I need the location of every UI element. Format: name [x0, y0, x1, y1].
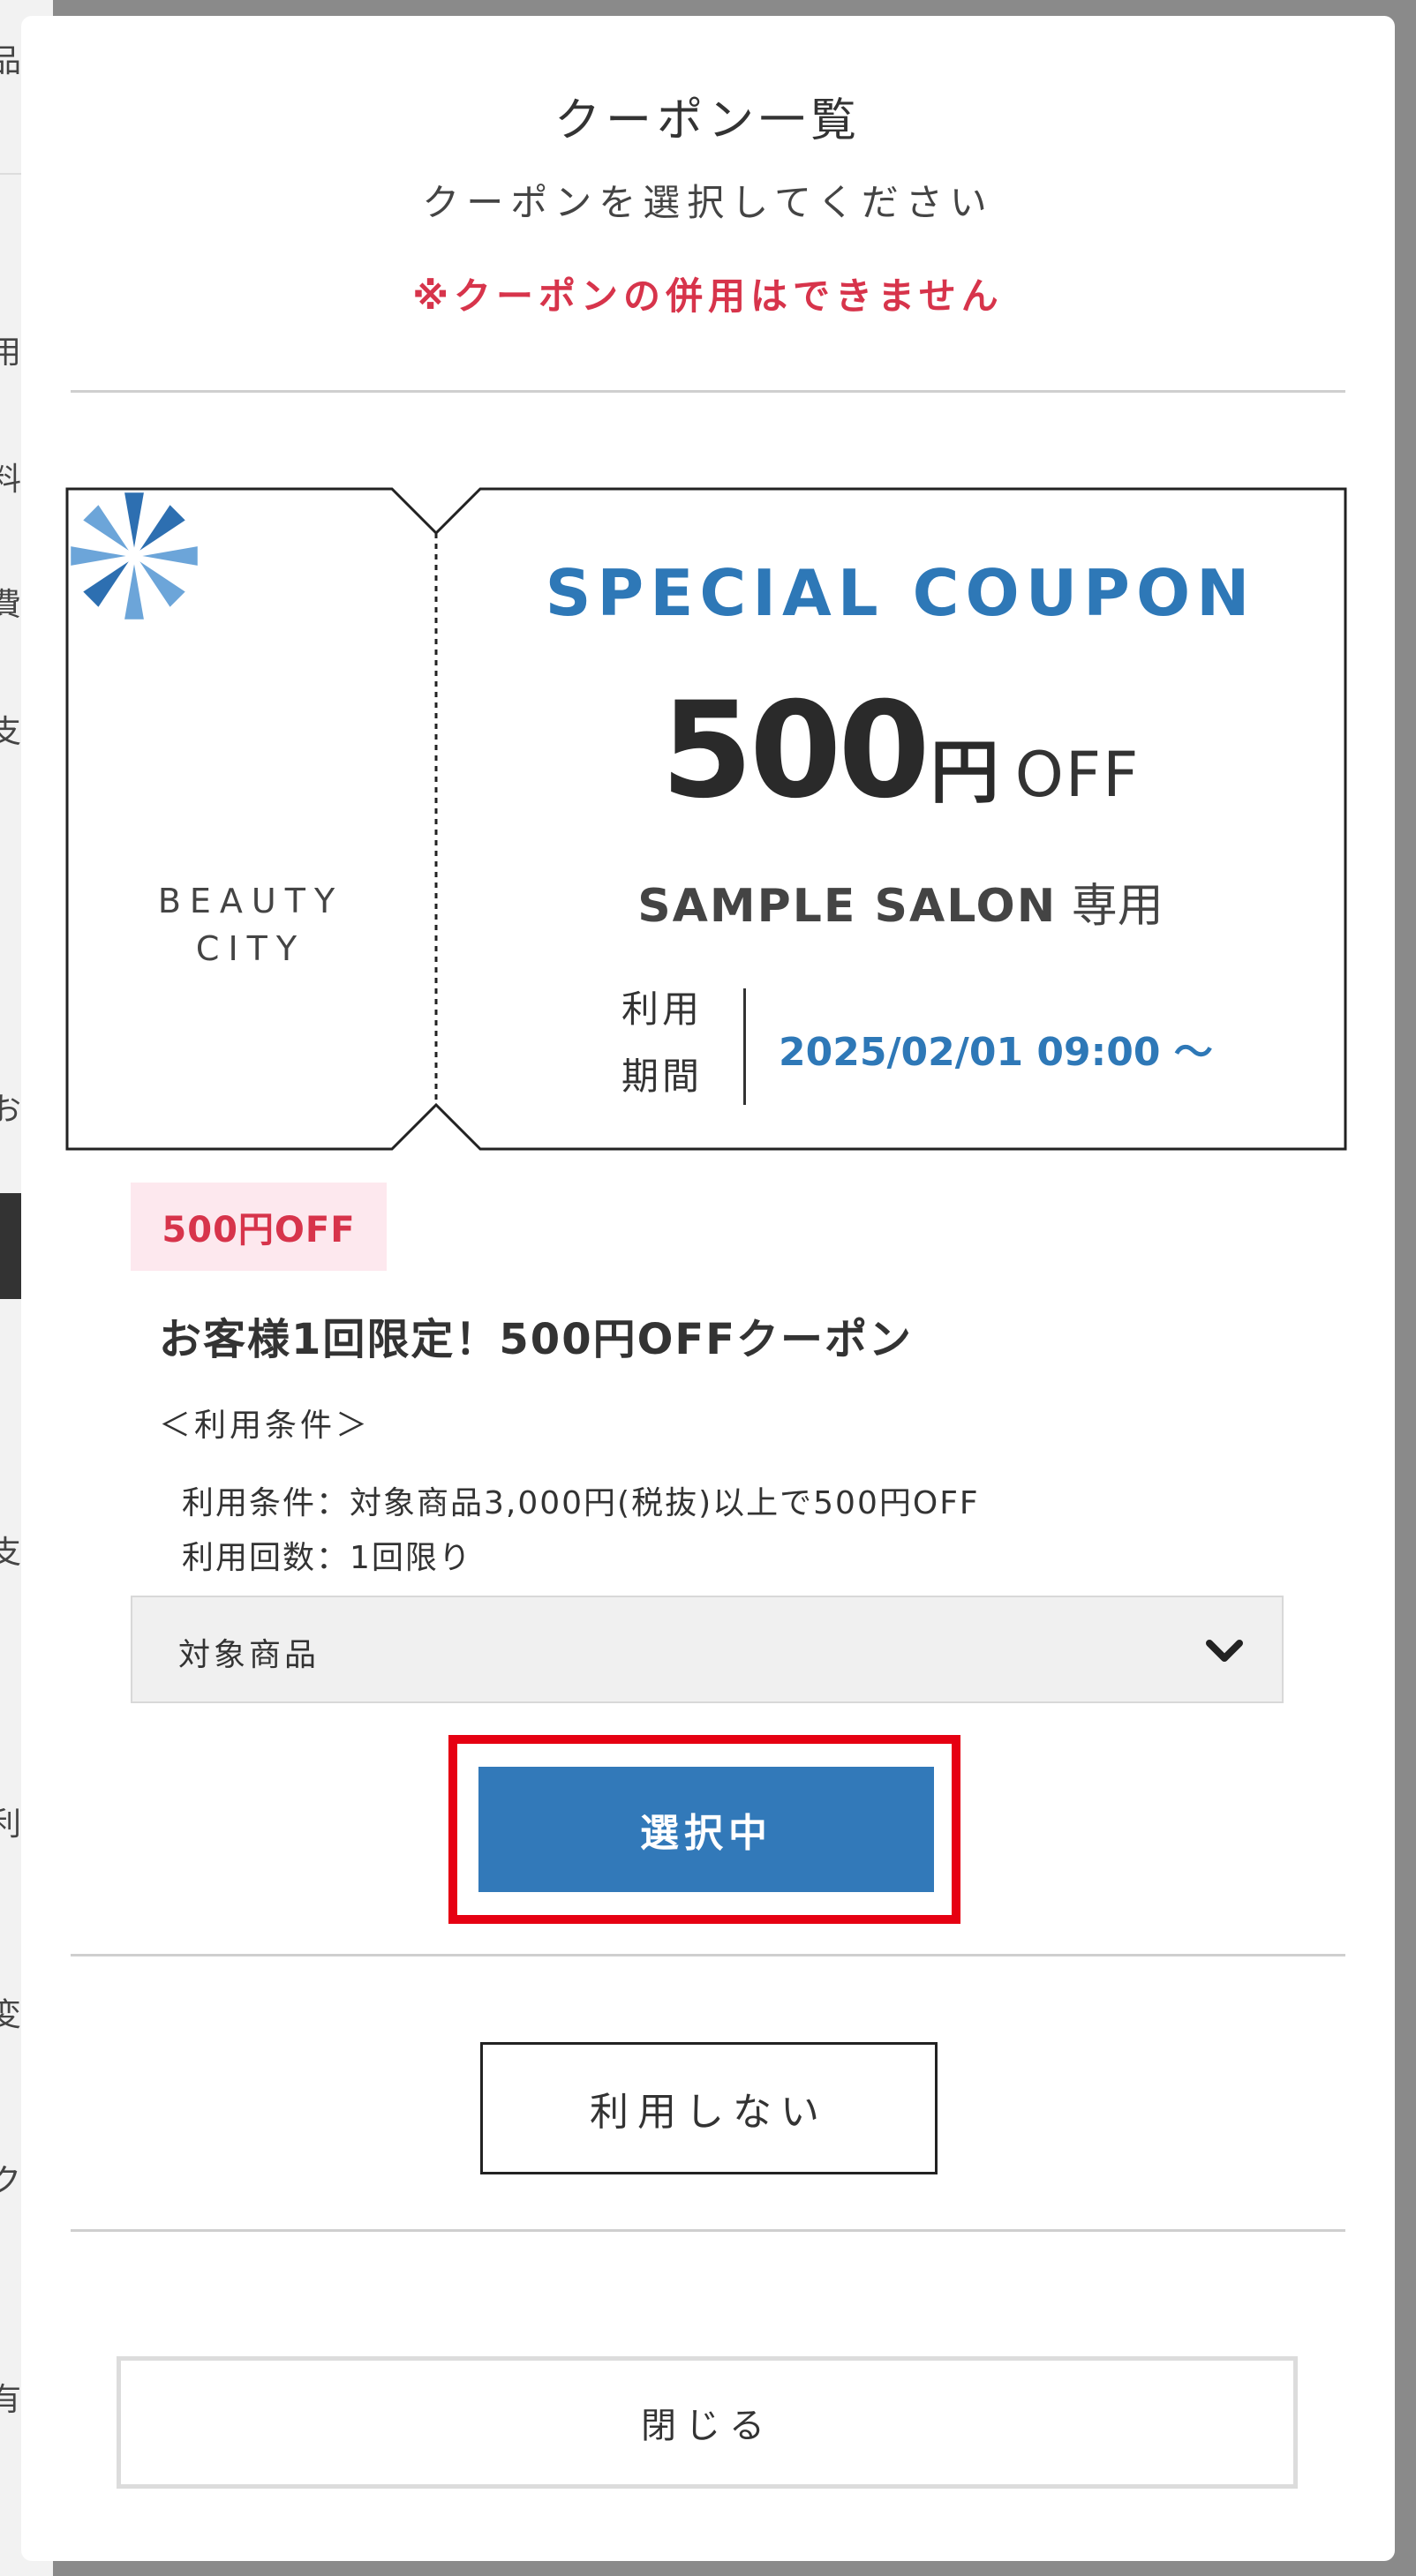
logo-text-line1: BEAUTY	[157, 882, 344, 920]
coupon-ticket: BEAUTY CITY SPECIAL COUPON 500円 OFF SAMPL…	[65, 487, 1347, 1151]
period-label: 利用 期間	[618, 976, 706, 1110]
select-coupon-button[interactable]: 選択中	[478, 1767, 934, 1892]
discount-value: 500	[660, 674, 930, 828]
bg-text-fragment: 支	[0, 714, 22, 750]
salon-name: SAMPLE SALON	[637, 880, 1058, 933]
bg-text-fragment: 費	[0, 587, 22, 623]
bg-text-fragment: お	[0, 1092, 22, 1128]
discount-amount: 500円 OFF	[454, 674, 1347, 828]
combination-warning: ※クーポンの併用はできません	[412, 274, 1004, 318]
target-products-label: 対象商品	[178, 1637, 320, 1673]
do-not-use-button[interactable]: 利用しない	[480, 2042, 938, 2174]
period-label-line2: 期間	[621, 1055, 703, 1098]
close-button[interactable]: 閉じる	[117, 2356, 1298, 2489]
modal-subtitle: クーポンを選択してください	[422, 181, 994, 224]
bg-text-fragment: 支	[0, 1535, 22, 1571]
chevron-down-icon	[1206, 1640, 1243, 1662]
condition-item: 利用回数：1回限り	[182, 1540, 472, 1576]
bg-text-fragment: 変	[0, 1997, 22, 2033]
coupon-heading: SPECIAL COUPON	[545, 556, 1256, 630]
coupon-list-modal: クーポン一覧 クーポンを選択してください ※クーポンの併用はできません BEAU…	[21, 16, 1395, 2561]
modal-title: クーポン一覧	[554, 94, 862, 147]
divider	[71, 1954, 1345, 1956]
bg-text-fragment: 利	[0, 1806, 22, 1843]
discount-badge: 500円OFF	[131, 1183, 387, 1271]
period-value: 2025/02/01 09:00 〜	[779, 1030, 1213, 1075]
ticket-stub: BEAUTY CITY	[65, 487, 436, 1151]
salon-suffix: 専用	[1071, 880, 1164, 933]
condition-item: 利用条件：対象商品3,000円(税抜)以上で500円OFF	[182, 1485, 980, 1521]
divider	[71, 2229, 1345, 2232]
logo-text-line2: CITY	[195, 929, 306, 968]
coupon-title: お客様1回限定！500円OFFクーポン	[159, 1315, 913, 1364]
bg-text-fragment: 料	[0, 462, 22, 498]
target-products-dropdown[interactable]: 対象商品	[131, 1596, 1284, 1703]
bg-text-fragment: 用	[0, 334, 22, 371]
bg-text-fragment: ク	[0, 2163, 22, 2199]
beauty-city-logo	[71, 492, 198, 620]
currency-unit: 円	[930, 733, 999, 813]
salon-restriction: SAMPLE SALON 専用	[454, 868, 1347, 935]
conditions-heading: ＜利用条件＞	[159, 1408, 372, 1444]
bg-text-fragment: 品	[0, 43, 22, 79]
period-label-line1: 利用	[621, 988, 703, 1031]
bg-dark-block	[0, 1193, 23, 1299]
ticket-body: SPECIAL COUPON 500円 OFF SAMPLE SALON 専用 利…	[454, 487, 1347, 1151]
bg-text-fragment: 有	[0, 2382, 22, 2418]
period-separator	[743, 988, 746, 1105]
off-label: OFF	[1014, 739, 1141, 811]
divider	[71, 390, 1345, 393]
